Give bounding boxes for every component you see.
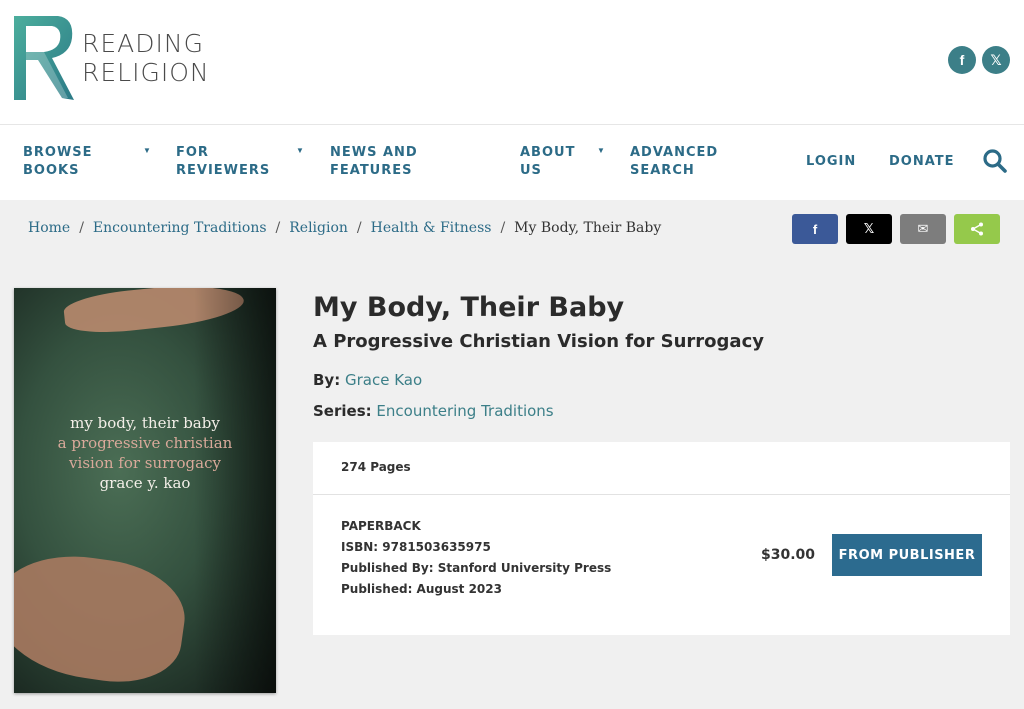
breadcrumb-separator: / — [275, 220, 281, 236]
page-count: 274 Pages — [341, 460, 411, 474]
series-label: Series: — [313, 402, 372, 420]
nav-label-line: REVIEWERS — [176, 163, 271, 178]
share-icon — [971, 222, 983, 236]
book-subtitle: A Progressive Christian Vision for Surro… — [313, 331, 764, 352]
breadcrumb-separator: / — [356, 220, 362, 236]
nav-label-line: NEWS AND — [330, 145, 418, 160]
edition-isbn: ISBN: 9781503635975 — [341, 540, 491, 554]
share-email-button[interactable]: ✉ — [900, 214, 946, 244]
nav-label-line: BROWSE — [23, 145, 93, 160]
chevron-down-icon[interactable]: ▼ — [296, 146, 304, 155]
x-icon[interactable]: 𝕏 — [982, 46, 1010, 74]
nav-item-news-and-features[interactable]: NEWS AND FEATURES — [330, 144, 418, 180]
author-link[interactable]: Grace Kao — [345, 371, 422, 389]
breadcrumb-current: My Body, Their Baby — [514, 220, 662, 236]
book-cover-image[interactable]: my body, their baby a progressive christ… — [14, 288, 276, 693]
nav-item-browse-books[interactable]: BROWSE BOOKS — [23, 144, 93, 180]
nav-label-line: BOOKS — [23, 163, 80, 178]
nav-label-line: SEARCH — [630, 163, 695, 178]
book-title: My Body, Their Baby — [313, 292, 625, 323]
edition-format: PAPERBACK — [341, 519, 421, 533]
cover-line: vision for surrogacy — [69, 454, 221, 472]
nav-item-advanced-search[interactable]: ADVANCED SEARCH — [630, 144, 718, 180]
author-label: By: — [313, 371, 341, 389]
nav-item-donate[interactable]: DONATE — [889, 153, 955, 171]
chevron-down-icon[interactable]: ▼ — [597, 146, 605, 155]
chevron-down-icon[interactable]: ▼ — [143, 146, 151, 155]
share-x-button[interactable]: 𝕏 — [846, 214, 892, 244]
logo-wordmark: READING RELIGION — [82, 29, 210, 87]
cover-line: grace y. kao — [99, 474, 191, 492]
breadcrumb-religion[interactable]: Religion — [289, 220, 348, 236]
breadcrumb: Home / Encountering Traditions / Religio… — [28, 220, 661, 236]
logo-line-2: RELIGION — [82, 58, 210, 87]
edition-publisher: Published By: Stanford University Press — [341, 561, 612, 575]
facebook-icon: f — [812, 221, 818, 237]
logo-line-1: READING — [82, 29, 204, 58]
nav-item-about-us[interactable]: ABOUT US — [520, 144, 575, 180]
email-icon: ✉ — [917, 221, 929, 236]
breadcrumb-home[interactable]: Home — [28, 220, 70, 236]
breadcrumb-encountering-traditions[interactable]: Encountering Traditions — [93, 220, 267, 236]
nav-label-line: ABOUT — [520, 145, 576, 160]
share-buttons: f 𝕏 ✉ — [792, 214, 1000, 244]
book-author-line: By: Grace Kao — [313, 371, 422, 389]
nav-label-line: US — [520, 163, 542, 178]
header-social-links: f 𝕏 — [948, 46, 1010, 74]
breadcrumb-health-fitness[interactable]: Health & Fitness — [371, 220, 492, 236]
cover-line: a progressive christian — [57, 434, 233, 452]
nav-item-for-reviewers[interactable]: FOR REVIEWERS — [176, 144, 270, 180]
edition-published-date: Published: August 2023 — [341, 582, 502, 596]
reading-religion-logo-icon — [14, 16, 74, 100]
site-logo[interactable]: READING RELIGION — [12, 14, 210, 102]
main-navigation: BROWSE BOOKS ▼ FOR REVIEWERS ▼ NEWS AND … — [0, 126, 1024, 200]
edition-card: 274 Pages PAPERBACK ISBN: 9781503635975 … — [313, 442, 1010, 635]
breadcrumb-separator: / — [79, 220, 84, 236]
edition-details: PAPERBACK ISBN: 9781503635975 Published … — [341, 516, 611, 600]
search-icon[interactable] — [982, 148, 1008, 174]
breadcrumb-separator: / — [500, 220, 506, 236]
card-divider — [313, 494, 1010, 495]
nav-label-line: FEATURES — [330, 163, 413, 178]
book-series-line: Series: Encountering Traditions — [313, 402, 554, 420]
nav-item-login[interactable]: LOGIN — [806, 153, 856, 171]
edition-price: $30.00 — [761, 547, 816, 563]
share-more-button[interactable] — [954, 214, 1000, 244]
cover-hand-bottom — [14, 545, 192, 691]
cover-title-text: my body, their baby a progressive christ… — [14, 413, 276, 493]
series-link[interactable]: Encountering Traditions — [376, 402, 553, 420]
nav-label-line: ADVANCED — [630, 145, 719, 160]
facebook-icon[interactable]: f — [948, 46, 976, 74]
site-header: READING RELIGION f 𝕏 — [0, 0, 1024, 125]
nav-label-line: FOR — [176, 145, 209, 160]
book-page-content: Home / Encountering Traditions / Religio… — [0, 200, 1024, 709]
from-publisher-button[interactable]: FROM PUBLISHER — [832, 534, 982, 576]
x-icon: 𝕏 — [863, 221, 875, 236]
cover-line: my body, their baby — [70, 414, 220, 432]
share-facebook-button[interactable]: f — [792, 214, 838, 244]
